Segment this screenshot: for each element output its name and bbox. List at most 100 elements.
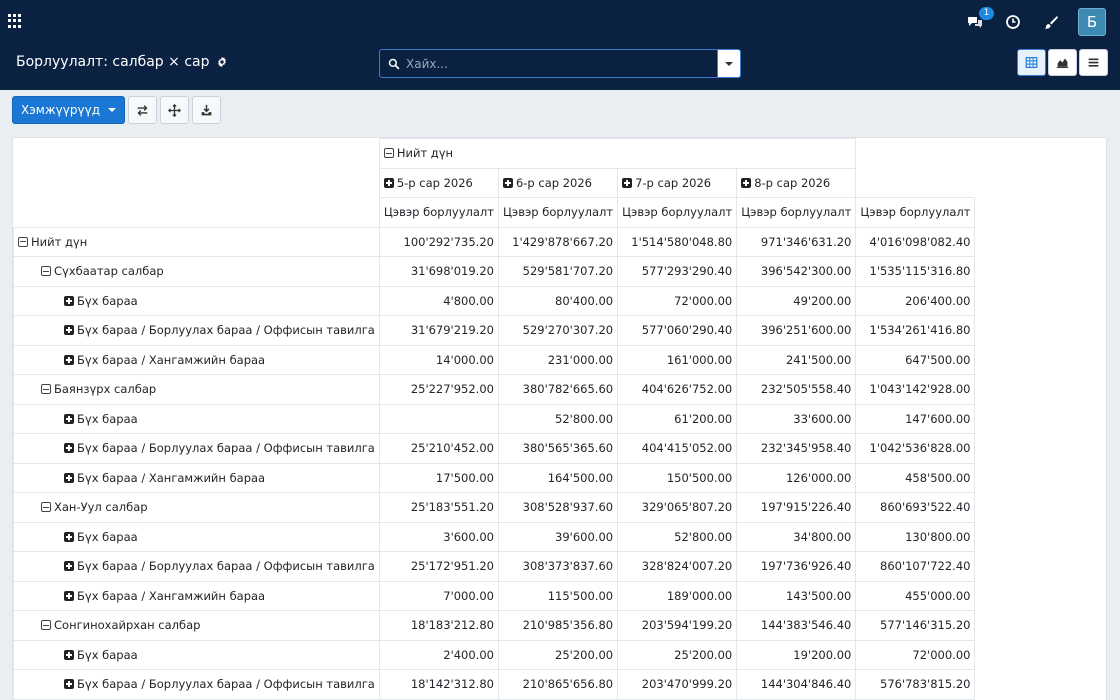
pivot-cell[interactable]: 161'000.00 bbox=[617, 344, 738, 375]
user-avatar[interactable]: Б bbox=[1078, 8, 1106, 36]
measures-dropdown-button[interactable]: Хэмжүүрүүд bbox=[12, 96, 125, 124]
flip-axis-button[interactable] bbox=[128, 96, 157, 124]
apps-grid-icon[interactable] bbox=[8, 14, 22, 28]
row-header[interactable]: Бүх бараа bbox=[13, 521, 380, 552]
pivot-cell[interactable]: 18'183'212.80 bbox=[378, 610, 499, 641]
pivot-cell[interactable]: 203'594'199.20 bbox=[617, 610, 738, 641]
pivot-cell[interactable]: 1'042'536'828.00 bbox=[855, 433, 976, 464]
pivot-cell[interactable]: 25'210'452.00 bbox=[378, 433, 499, 464]
pivot-cell[interactable]: 380'565'365.60 bbox=[497, 433, 619, 464]
chat-icon[interactable]: 1 bbox=[964, 7, 994, 33]
pivot-cell[interactable]: 19'200.00 bbox=[736, 639, 857, 670]
pivot-cell[interactable]: 100'292'735.20 bbox=[378, 226, 499, 257]
pivot-cell[interactable]: 396'542'300.00 bbox=[736, 256, 857, 287]
pivot-cell[interactable]: 25'200.00 bbox=[497, 639, 619, 670]
pivot-cell[interactable]: 33'600.00 bbox=[736, 403, 857, 434]
pivot-cell[interactable]: 860'107'722.40 bbox=[855, 551, 976, 582]
pivot-cell[interactable]: 203'470'999.20 bbox=[617, 669, 738, 700]
pivot-cell[interactable]: 647'500.00 bbox=[855, 344, 976, 375]
pivot-cell[interactable]: 4'016'098'082.40 bbox=[855, 226, 976, 257]
pivot-cell[interactable]: 396'251'600.00 bbox=[736, 315, 857, 346]
col-header-month[interactable]: 7-р сар 2026 bbox=[617, 167, 738, 198]
pivot-cell[interactable]: 144'383'546.40 bbox=[736, 610, 857, 641]
pivot-cell[interactable]: 210'865'656.80 bbox=[497, 669, 619, 700]
clock-icon[interactable] bbox=[1002, 11, 1024, 33]
pivot-cell[interactable]: 210'985'356.80 bbox=[497, 610, 619, 641]
pivot-cell[interactable]: 52'800.00 bbox=[497, 403, 619, 434]
pivot-cell[interactable]: 404'626'752.00 bbox=[617, 374, 738, 405]
pivot-cell[interactable]: 308'528'937.60 bbox=[497, 492, 619, 523]
search-input[interactable] bbox=[406, 56, 686, 71]
pivot-cell[interactable]: 197'736'926.40 bbox=[736, 551, 857, 582]
pivot-cell[interactable]: 455'000.00 bbox=[855, 580, 976, 611]
pivot-cell[interactable]: 232'345'958.40 bbox=[736, 433, 857, 464]
list-view-button[interactable] bbox=[1079, 49, 1108, 76]
row-header[interactable]: Хан-Уул салбар bbox=[13, 492, 380, 523]
row-header[interactable]: Бүх бараа / Борлуулах бараа / Оффисын та… bbox=[13, 669, 380, 700]
row-header[interactable]: Бүх бараа bbox=[13, 403, 380, 434]
pivot-view-button[interactable] bbox=[1017, 49, 1046, 76]
pivot-cell[interactable]: 404'415'052.00 bbox=[617, 433, 738, 464]
pivot-cell[interactable]: 61'200.00 bbox=[617, 403, 738, 434]
gear-icon[interactable] bbox=[216, 56, 228, 68]
row-header[interactable]: Нийт дүн bbox=[13, 226, 380, 257]
pivot-cell[interactable]: 31'679'219.20 bbox=[378, 315, 499, 346]
pivot-cell[interactable]: 164'500.00 bbox=[497, 462, 619, 493]
pivot-cell[interactable]: 25'227'952.00 bbox=[378, 374, 499, 405]
pivot-cell[interactable]: 189'000.00 bbox=[617, 580, 738, 611]
row-header[interactable]: Бүх бараа / Хангамжийн бараа bbox=[13, 344, 380, 375]
pivot-cell[interactable]: 144'304'846.40 bbox=[736, 669, 857, 700]
pivot-cell[interactable]: 241'500.00 bbox=[736, 344, 857, 375]
pivot-cell[interactable]: 31'698'019.20 bbox=[378, 256, 499, 287]
pivot-cell[interactable]: 52'800.00 bbox=[617, 521, 738, 552]
pivot-cell[interactable]: 7'000.00 bbox=[378, 580, 499, 611]
pivot-cell[interactable]: 25'183'551.20 bbox=[378, 492, 499, 523]
pivot-cell[interactable]: 529'581'707.20 bbox=[497, 256, 619, 287]
brush-icon[interactable] bbox=[1040, 11, 1062, 33]
pivot-cell[interactable]: 577'146'315.20 bbox=[855, 610, 976, 641]
pivot-cell[interactable]: 329'065'807.20 bbox=[617, 492, 738, 523]
pivot-cell[interactable]: 39'600.00 bbox=[497, 521, 619, 552]
pivot-cell[interactable]: 1'514'580'048.80 bbox=[617, 226, 738, 257]
pivot-cell[interactable]: 860'693'522.40 bbox=[855, 492, 976, 523]
col-header-month[interactable]: 6-р сар 2026 bbox=[497, 167, 619, 198]
pivot-cell[interactable]: 14'000.00 bbox=[378, 344, 499, 375]
pivot-cell[interactable]: 72'000.00 bbox=[855, 639, 976, 670]
pivot-cell[interactable]: 34'800.00 bbox=[736, 521, 857, 552]
col-header-month[interactable]: 8-р сар 2026 bbox=[736, 167, 857, 198]
measure-header[interactable]: Цэвэр борлуулалт bbox=[497, 197, 619, 228]
pivot-cell[interactable]: 232'505'558.40 bbox=[736, 374, 857, 405]
pivot-cell[interactable]: 458'500.00 bbox=[855, 462, 976, 493]
row-header[interactable]: Бүх бараа / Хангамжийн бараа bbox=[13, 462, 380, 493]
pivot-cell[interactable]: 971'346'631.20 bbox=[736, 226, 857, 257]
row-header[interactable]: Баянзүрх салбар bbox=[13, 374, 380, 405]
pivot-cell[interactable]: 576'783'815.20 bbox=[855, 669, 976, 700]
pivot-cell[interactable]: 4'800.00 bbox=[378, 285, 499, 316]
pivot-cell[interactable]: 126'000.00 bbox=[736, 462, 857, 493]
row-header[interactable]: Бүх бараа / Борлуулах бараа / Оффисын та… bbox=[13, 551, 380, 582]
col-header-total[interactable]: Нийт дүн bbox=[378, 138, 857, 169]
pivot-cell[interactable]: 147'600.00 bbox=[855, 403, 976, 434]
pivot-cell[interactable]: 2'400.00 bbox=[378, 639, 499, 670]
pivot-cell[interactable] bbox=[378, 403, 499, 434]
row-header[interactable]: Сонгинохайрхан салбар bbox=[13, 610, 380, 641]
row-header[interactable]: Бүх бараа bbox=[13, 639, 380, 670]
pivot-cell[interactable]: 25'200.00 bbox=[617, 639, 738, 670]
pivot-cell[interactable]: 3'600.00 bbox=[378, 521, 499, 552]
pivot-cell[interactable]: 1'535'115'316.80 bbox=[855, 256, 976, 287]
pivot-cell[interactable]: 80'400.00 bbox=[497, 285, 619, 316]
measure-header[interactable]: Цэвэр борлуулалт bbox=[617, 197, 738, 228]
pivot-cell[interactable]: 25'172'951.20 bbox=[378, 551, 499, 582]
pivot-cell[interactable]: 1'429'878'667.20 bbox=[497, 226, 619, 257]
pivot-cell[interactable]: 150'500.00 bbox=[617, 462, 738, 493]
measure-header[interactable]: Цэвэр борлуулалт bbox=[378, 197, 499, 228]
pivot-cell[interactable]: 72'000.00 bbox=[617, 285, 738, 316]
pivot-cell[interactable]: 143'500.00 bbox=[736, 580, 857, 611]
pivot-cell[interactable]: 328'824'007.20 bbox=[617, 551, 738, 582]
pivot-cell[interactable]: 529'270'307.20 bbox=[497, 315, 619, 346]
row-header[interactable]: Сүхбаатар салбар bbox=[13, 256, 380, 287]
pivot-cell[interactable]: 231'000.00 bbox=[497, 344, 619, 375]
graph-view-button[interactable] bbox=[1048, 49, 1077, 76]
pivot-cell[interactable]: 115'500.00 bbox=[497, 580, 619, 611]
measure-header[interactable]: Цэвэр борлуулалт bbox=[855, 197, 976, 228]
